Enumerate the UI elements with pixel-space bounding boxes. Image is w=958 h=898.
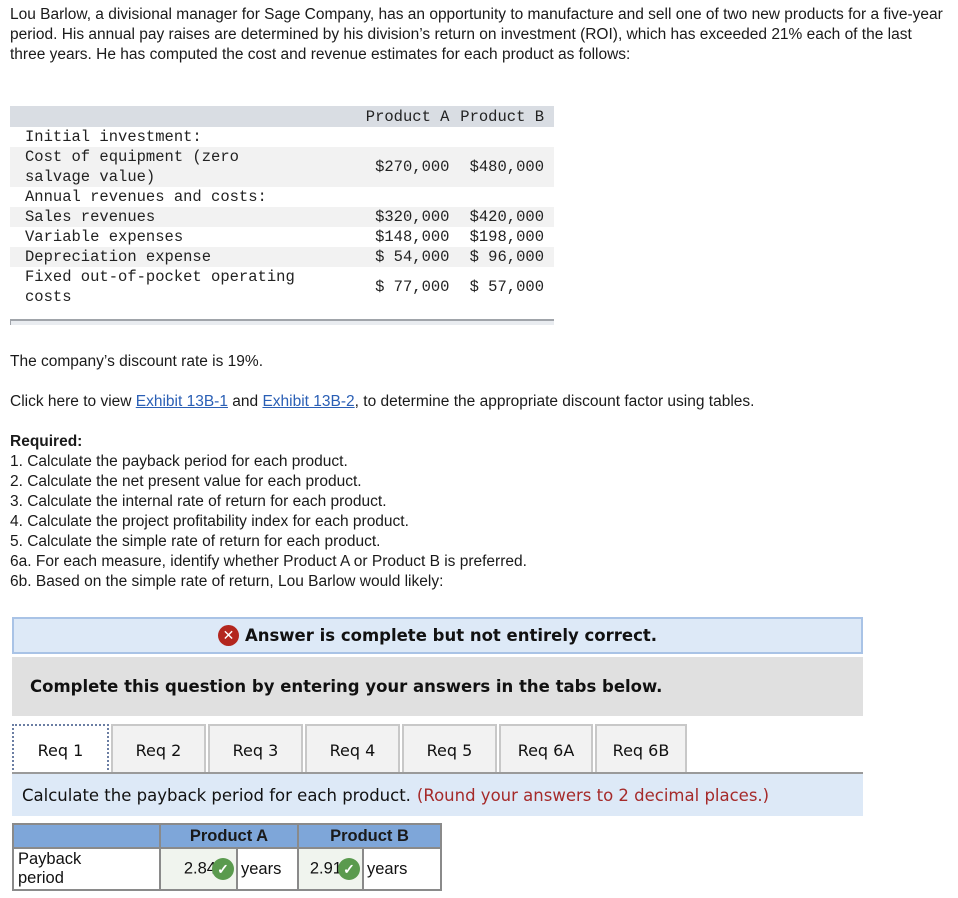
table-row: Depreciation expense $ 54,000 $ 96,000 bbox=[10, 247, 554, 267]
product-b-value bbox=[451, 187, 554, 207]
rounding-hint: (Round your answers to 2 decimal places.… bbox=[416, 785, 770, 805]
exhibit-middle: and bbox=[227, 393, 263, 410]
row-label: Depreciation expense bbox=[10, 247, 345, 267]
answer-header-product-b: Product B bbox=[297, 823, 442, 849]
required-item: 3. Calculate the internal rate of return… bbox=[10, 493, 387, 510]
product-b-value: $480,000 bbox=[451, 147, 554, 187]
requirement-tabs: Req 1 Req 2 Req 3 Req 4 Req 5 Req 6A Req… bbox=[12, 724, 689, 774]
discount-rate-text: The company’s discount rate is 19%. bbox=[10, 353, 264, 370]
table-row: Fixed out-of-pocket operating costs $ 77… bbox=[10, 267, 554, 307]
status-text: Answer is complete but not entirely corr… bbox=[244, 626, 658, 645]
payback-period-label: Payback period bbox=[12, 847, 161, 891]
exhibit-prefix: Click here to view bbox=[10, 393, 136, 410]
problem-intro: Lou Barlow, a divisional manager for Sag… bbox=[10, 6, 943, 63]
table-row: Cost of equipment (zero salvage value) $… bbox=[10, 147, 554, 187]
product-a-value: $148,000 bbox=[375, 228, 450, 246]
exhibit-13b-1-link[interactable]: Exhibit 13B-1 bbox=[136, 393, 228, 410]
product-b-value: $ 96,000 bbox=[451, 247, 554, 267]
product-a-payback-input[interactable]: 2.84✓ bbox=[159, 847, 238, 891]
required-title: Required: bbox=[10, 433, 83, 450]
row-label: Initial investment: bbox=[25, 128, 202, 146]
tab-req-4[interactable]: Req 4 bbox=[305, 724, 400, 774]
x-circle-icon: ✕ bbox=[217, 625, 239, 646]
product-b-value: $420,000 bbox=[451, 207, 554, 227]
tab-req-6a[interactable]: Req 6A bbox=[499, 724, 593, 774]
exhibit-suffix: , to determine the appropriate discount … bbox=[354, 393, 755, 410]
product-a-value: $320,000 bbox=[345, 207, 452, 227]
instruction-banner: Complete this question by entering your … bbox=[12, 657, 863, 716]
exhibit-text: Click here to view Exhibit 13B-1 and Exh… bbox=[10, 392, 754, 412]
table-header-row: Product A Product B bbox=[10, 106, 554, 127]
required-item: 6b. Based on the simple rate of return, … bbox=[10, 573, 444, 590]
answer-header-row: Product A Product B bbox=[12, 823, 442, 849]
tab-req-3[interactable]: Req 3 bbox=[208, 724, 303, 774]
row-label-text: Cost of equipment (zero salvage value) bbox=[25, 148, 239, 186]
tab-req-5[interactable]: Req 5 bbox=[402, 724, 497, 774]
product-a-value: $270,000 bbox=[345, 147, 452, 187]
row-label: Fixed out-of-pocket operating costs bbox=[10, 267, 345, 307]
check-icon: ✓ bbox=[338, 858, 360, 880]
product-b-value: $ 57,000 bbox=[469, 278, 544, 296]
product-a-value bbox=[345, 127, 451, 147]
required-item: 5. Calculate the simple rate of return f… bbox=[10, 533, 381, 550]
row-label: Annual revenues and costs: bbox=[25, 188, 267, 206]
required-item: 1. Calculate the payback period for each… bbox=[10, 453, 348, 470]
product-a-value bbox=[345, 187, 451, 207]
table-row: Initial investment: bbox=[10, 127, 554, 147]
answer-row: Payback period 2.84✓ years 2.91✓ years bbox=[12, 847, 442, 891]
tab-req-2[interactable]: Req 2 bbox=[111, 724, 206, 774]
answer-status-banner: ✕ Answer is complete but not entirely co… bbox=[12, 617, 863, 654]
payback-answer-table: Product A Product B Payback period 2.84✓… bbox=[12, 823, 442, 891]
tab-req-1[interactable]: Req 1 bbox=[12, 724, 109, 774]
instruction-text: Complete this question by entering your … bbox=[30, 677, 663, 696]
product-a-value: $ 77,000 bbox=[375, 278, 450, 296]
required-list: Required: 1. Calculate the payback perio… bbox=[10, 432, 527, 592]
product-b-value bbox=[451, 127, 554, 147]
check-icon: ✓ bbox=[212, 858, 234, 880]
required-item: 2. Calculate the net present value for e… bbox=[10, 473, 362, 490]
payback-label-text: Payback period bbox=[18, 850, 82, 887]
required-item: 4. Calculate the project profitability i… bbox=[10, 513, 409, 530]
product-b-unit: years bbox=[362, 847, 442, 891]
header-product-a: Product A bbox=[345, 106, 452, 127]
table-scrollbar[interactable] bbox=[10, 319, 554, 325]
table-row: Variable expenses $148,000 $198,000 bbox=[10, 227, 554, 247]
exhibit-13b-2-link[interactable]: Exhibit 13B-2 bbox=[262, 393, 354, 410]
row-label: Sales revenues bbox=[10, 207, 345, 227]
row-label: Variable expenses bbox=[25, 228, 184, 246]
prompt-text: Calculate the payback period for each pr… bbox=[22, 785, 411, 805]
answer-header-product-a: Product A bbox=[159, 823, 299, 849]
table-row: Sales revenues $320,000 $420,000 bbox=[10, 207, 554, 227]
product-b-payback-input[interactable]: 2.91✓ bbox=[297, 847, 364, 891]
product-a-unit: years bbox=[236, 847, 299, 891]
table-row: Annual revenues and costs: bbox=[10, 187, 554, 207]
header-blank bbox=[10, 106, 345, 127]
row-label: Cost of equipment (zero salvage value) bbox=[10, 147, 345, 187]
tab-panel-prompt: Calculate the payback period for each pr… bbox=[12, 774, 863, 816]
cost-revenue-table: Product A Product B Initial investment: … bbox=[10, 106, 554, 325]
tab-req-6b[interactable]: Req 6B bbox=[595, 724, 687, 774]
required-item: 6a. For each measure, identify whether P… bbox=[10, 553, 527, 570]
answer-header-blank bbox=[12, 823, 161, 849]
header-product-b: Product B bbox=[451, 106, 554, 127]
row-label-text: Fixed out-of-pocket operating costs bbox=[25, 268, 295, 306]
product-b-value: $198,000 bbox=[469, 228, 544, 246]
product-a-value: $ 54,000 bbox=[345, 247, 452, 267]
